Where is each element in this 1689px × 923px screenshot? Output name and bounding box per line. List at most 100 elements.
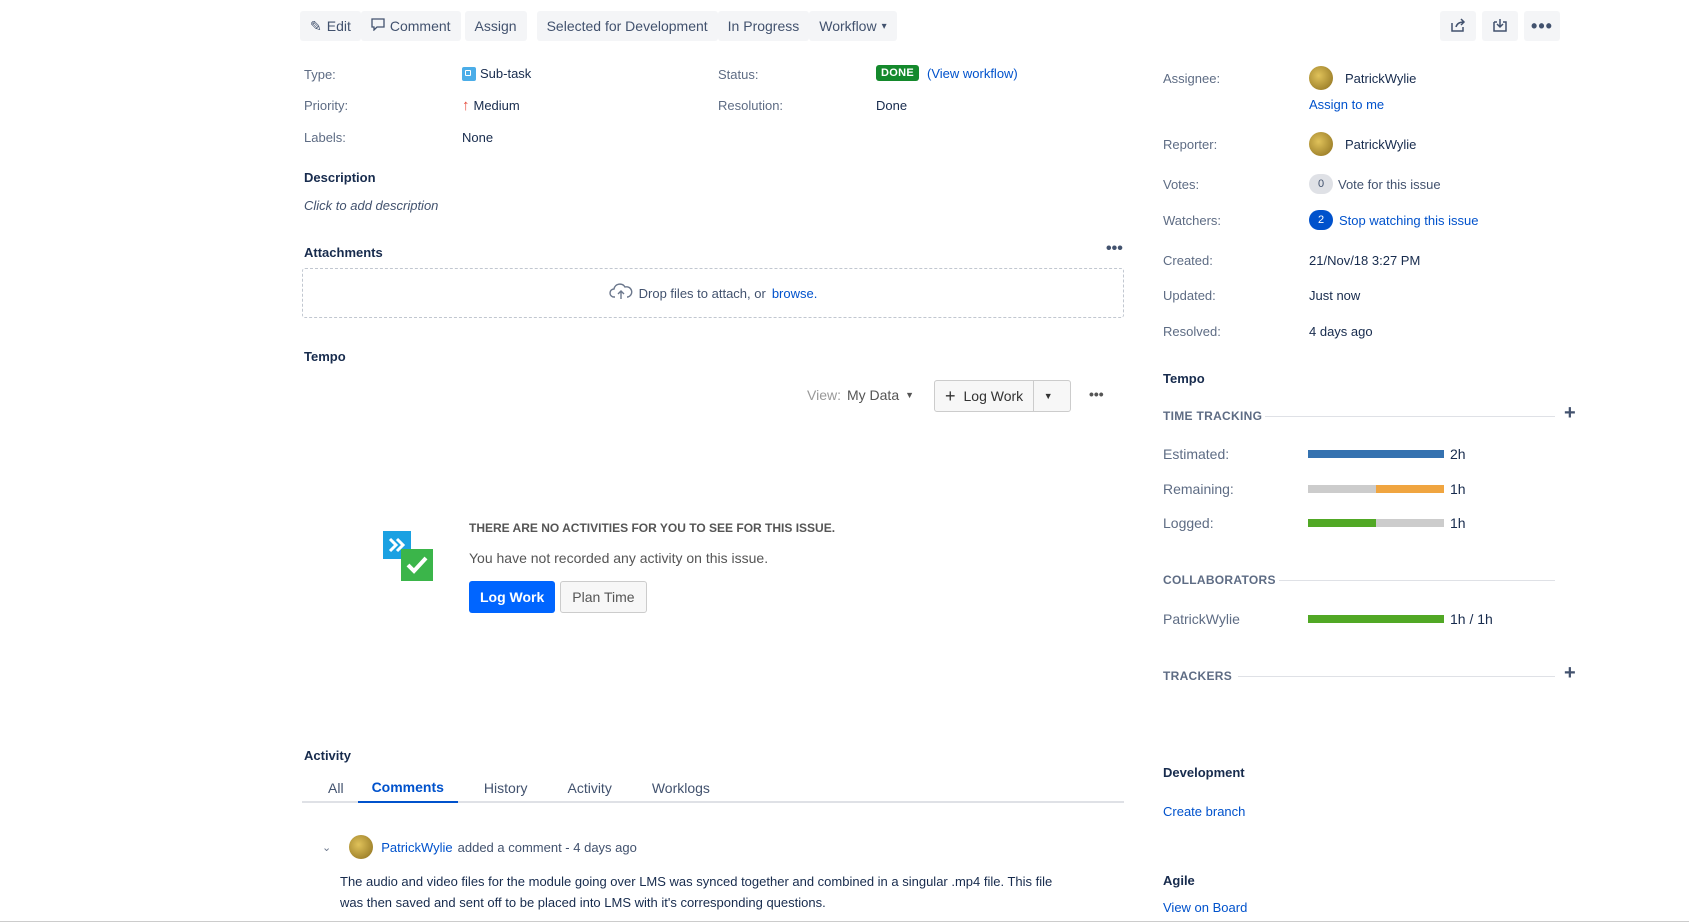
watchers-label: Watchers: bbox=[1163, 213, 1222, 228]
updated-value: Just now bbox=[1309, 288, 1361, 303]
tempo-empty-title: THERE ARE NO ACTIVITIES FOR YOU TO SEE F… bbox=[469, 521, 836, 535]
log-work-dropdown-icon[interactable]: ▼ bbox=[1034, 381, 1062, 411]
avatar bbox=[1309, 132, 1333, 156]
reporter-label: Reporter: bbox=[1163, 137, 1218, 152]
avatar bbox=[1309, 66, 1333, 90]
issue-toolbar: ✎ Edit Comment Assign Selected for Devel… bbox=[300, 11, 897, 41]
remaining-value: 1h bbox=[1450, 481, 1466, 497]
selected-for-development-button[interactable]: Selected for Development bbox=[536, 11, 718, 41]
attachment-dropzone[interactable]: Drop files to attach, or browse. bbox=[302, 268, 1124, 318]
view-on-board-link[interactable]: View on Board bbox=[1163, 900, 1247, 915]
activity-tabs: All Comments History Activity Worklogs bbox=[302, 773, 1124, 803]
labels-label: Labels: bbox=[304, 130, 346, 145]
more-actions-button[interactable]: ••• bbox=[1524, 11, 1560, 41]
type-value: Sub-task bbox=[462, 66, 531, 81]
collaborator-name: PatrickWylie bbox=[1163, 611, 1240, 627]
type-label: Type: bbox=[304, 67, 336, 82]
agile-heading: Agile bbox=[1163, 873, 1195, 888]
estimated-value: 2h bbox=[1450, 446, 1466, 462]
assign-button[interactable]: Assign bbox=[464, 11, 527, 41]
tab-all[interactable]: All bbox=[314, 773, 358, 803]
remaining-bar bbox=[1308, 485, 1444, 493]
tab-worklogs[interactable]: Worklogs bbox=[638, 773, 724, 803]
collaborator-value: 1h / 1h bbox=[1450, 611, 1493, 627]
logged-value: 1h bbox=[1450, 515, 1466, 531]
attachments-more-icon[interactable]: ••• bbox=[1106, 240, 1123, 258]
collaborators-header: COLLABORATORS bbox=[1163, 573, 1276, 587]
plan-time-button[interactable]: Plan Time bbox=[560, 581, 647, 613]
in-progress-button[interactable]: In Progress bbox=[717, 11, 810, 41]
resolved-label: Resolved: bbox=[1163, 324, 1221, 339]
tempo-view-selector[interactable]: View: My Data ▼ bbox=[807, 387, 914, 403]
tab-history[interactable]: History bbox=[470, 773, 542, 803]
watch-control[interactable]: 2 Stop watching this issue bbox=[1309, 210, 1478, 230]
tempo-heading: Tempo bbox=[304, 349, 346, 364]
view-workflow-link[interactable]: (View workflow) bbox=[927, 66, 1018, 81]
pencil-icon: ✎ bbox=[310, 17, 322, 34]
avatar bbox=[349, 835, 374, 859]
add-tracker-icon[interactable]: + bbox=[1564, 662, 1576, 685]
description-field[interactable]: Click to add description bbox=[304, 198, 438, 213]
logged-bar-fill bbox=[1308, 519, 1376, 527]
remaining-bar-track bbox=[1308, 485, 1376, 493]
collapse-chevron-icon[interactable]: ⌄ bbox=[322, 841, 331, 854]
plus-icon: + bbox=[945, 385, 956, 406]
resolution-label: Resolution: bbox=[718, 98, 784, 113]
votes-label: Votes: bbox=[1163, 177, 1200, 192]
export-icon bbox=[1492, 18, 1508, 35]
tab-comments[interactable]: Comments bbox=[357, 773, 458, 803]
share-button[interactable] bbox=[1440, 11, 1476, 41]
trackers-header: TRACKERS bbox=[1163, 669, 1233, 683]
votes-count: 0 bbox=[1309, 174, 1333, 194]
workflow-dropdown[interactable]: Workflow ▾ bbox=[809, 11, 897, 41]
labels-value: None bbox=[462, 130, 494, 145]
share-icon bbox=[1450, 17, 1466, 35]
status-label: Status: bbox=[718, 67, 759, 82]
estimated-label: Estimated: bbox=[1163, 446, 1230, 462]
subtask-icon bbox=[462, 66, 476, 81]
tempo-empty-actions: Log Work Plan Time bbox=[469, 581, 647, 613]
logged-bar-track bbox=[1376, 519, 1444, 527]
comment-author-link[interactable]: PatrickWylie bbox=[381, 840, 452, 855]
status-badge: DONE bbox=[876, 65, 919, 81]
chevron-down-icon: ▾ bbox=[881, 20, 887, 32]
priority-label: Priority: bbox=[304, 98, 349, 113]
divider bbox=[1279, 580, 1555, 581]
comment-button[interactable]: Comment bbox=[360, 11, 461, 41]
tempo-empty-text: You have not recorded any activity on th… bbox=[469, 550, 769, 566]
development-heading: Development bbox=[1163, 765, 1245, 780]
comment-meta: added a comment - 4 days ago bbox=[457, 839, 637, 855]
status-value: DONE (View workflow) bbox=[876, 65, 1018, 81]
watchers-count: 2 bbox=[1309, 210, 1333, 230]
create-branch-link[interactable]: Create branch bbox=[1163, 804, 1245, 819]
description-heading: Description bbox=[304, 170, 376, 185]
activity-heading: Activity bbox=[304, 748, 351, 763]
priority-value: ↑ Medium bbox=[462, 97, 520, 114]
logged-label: Logged: bbox=[1163, 515, 1214, 531]
reporter-value[interactable]: PatrickWylie bbox=[1309, 132, 1416, 156]
right-toolbar: ••• bbox=[1440, 11, 1560, 41]
log-work-button[interactable]: Log Work bbox=[469, 581, 556, 613]
tab-activity[interactable]: Activity bbox=[553, 773, 625, 803]
browse-link[interactable]: browse. bbox=[772, 286, 818, 301]
add-time-tracking-icon[interactable]: + bbox=[1564, 402, 1576, 425]
created-label: Created: bbox=[1163, 253, 1213, 268]
created-value: 21/Nov/18 3:27 PM bbox=[1309, 253, 1421, 268]
edit-button[interactable]: ✎ Edit bbox=[300, 11, 361, 41]
tempo-log-work-split-button: + Log Work ▼ bbox=[934, 380, 1071, 412]
vote-control[interactable]: 0 Vote for this issue bbox=[1309, 174, 1441, 194]
assign-to-me-link[interactable]: Assign to me bbox=[1309, 97, 1384, 112]
divider bbox=[1265, 416, 1555, 417]
caret-down-icon: ▼ bbox=[905, 390, 915, 400]
arrow-up-icon: ↑ bbox=[462, 97, 470, 114]
estimated-bar bbox=[1308, 450, 1444, 458]
tempo-log-work-button[interactable]: + Log Work bbox=[935, 381, 1035, 411]
remaining-bar-fill bbox=[1376, 485, 1444, 493]
tempo-more-icon[interactable]: ••• bbox=[1089, 386, 1104, 402]
more-icon: ••• bbox=[1531, 15, 1553, 36]
comment-body: The audio and video files for the module… bbox=[340, 874, 1053, 910]
remaining-label: Remaining: bbox=[1163, 481, 1234, 497]
assignee-value[interactable]: PatrickWylie bbox=[1309, 66, 1416, 90]
collaborator-bar-fill bbox=[1308, 615, 1444, 623]
export-button[interactable] bbox=[1482, 11, 1518, 41]
